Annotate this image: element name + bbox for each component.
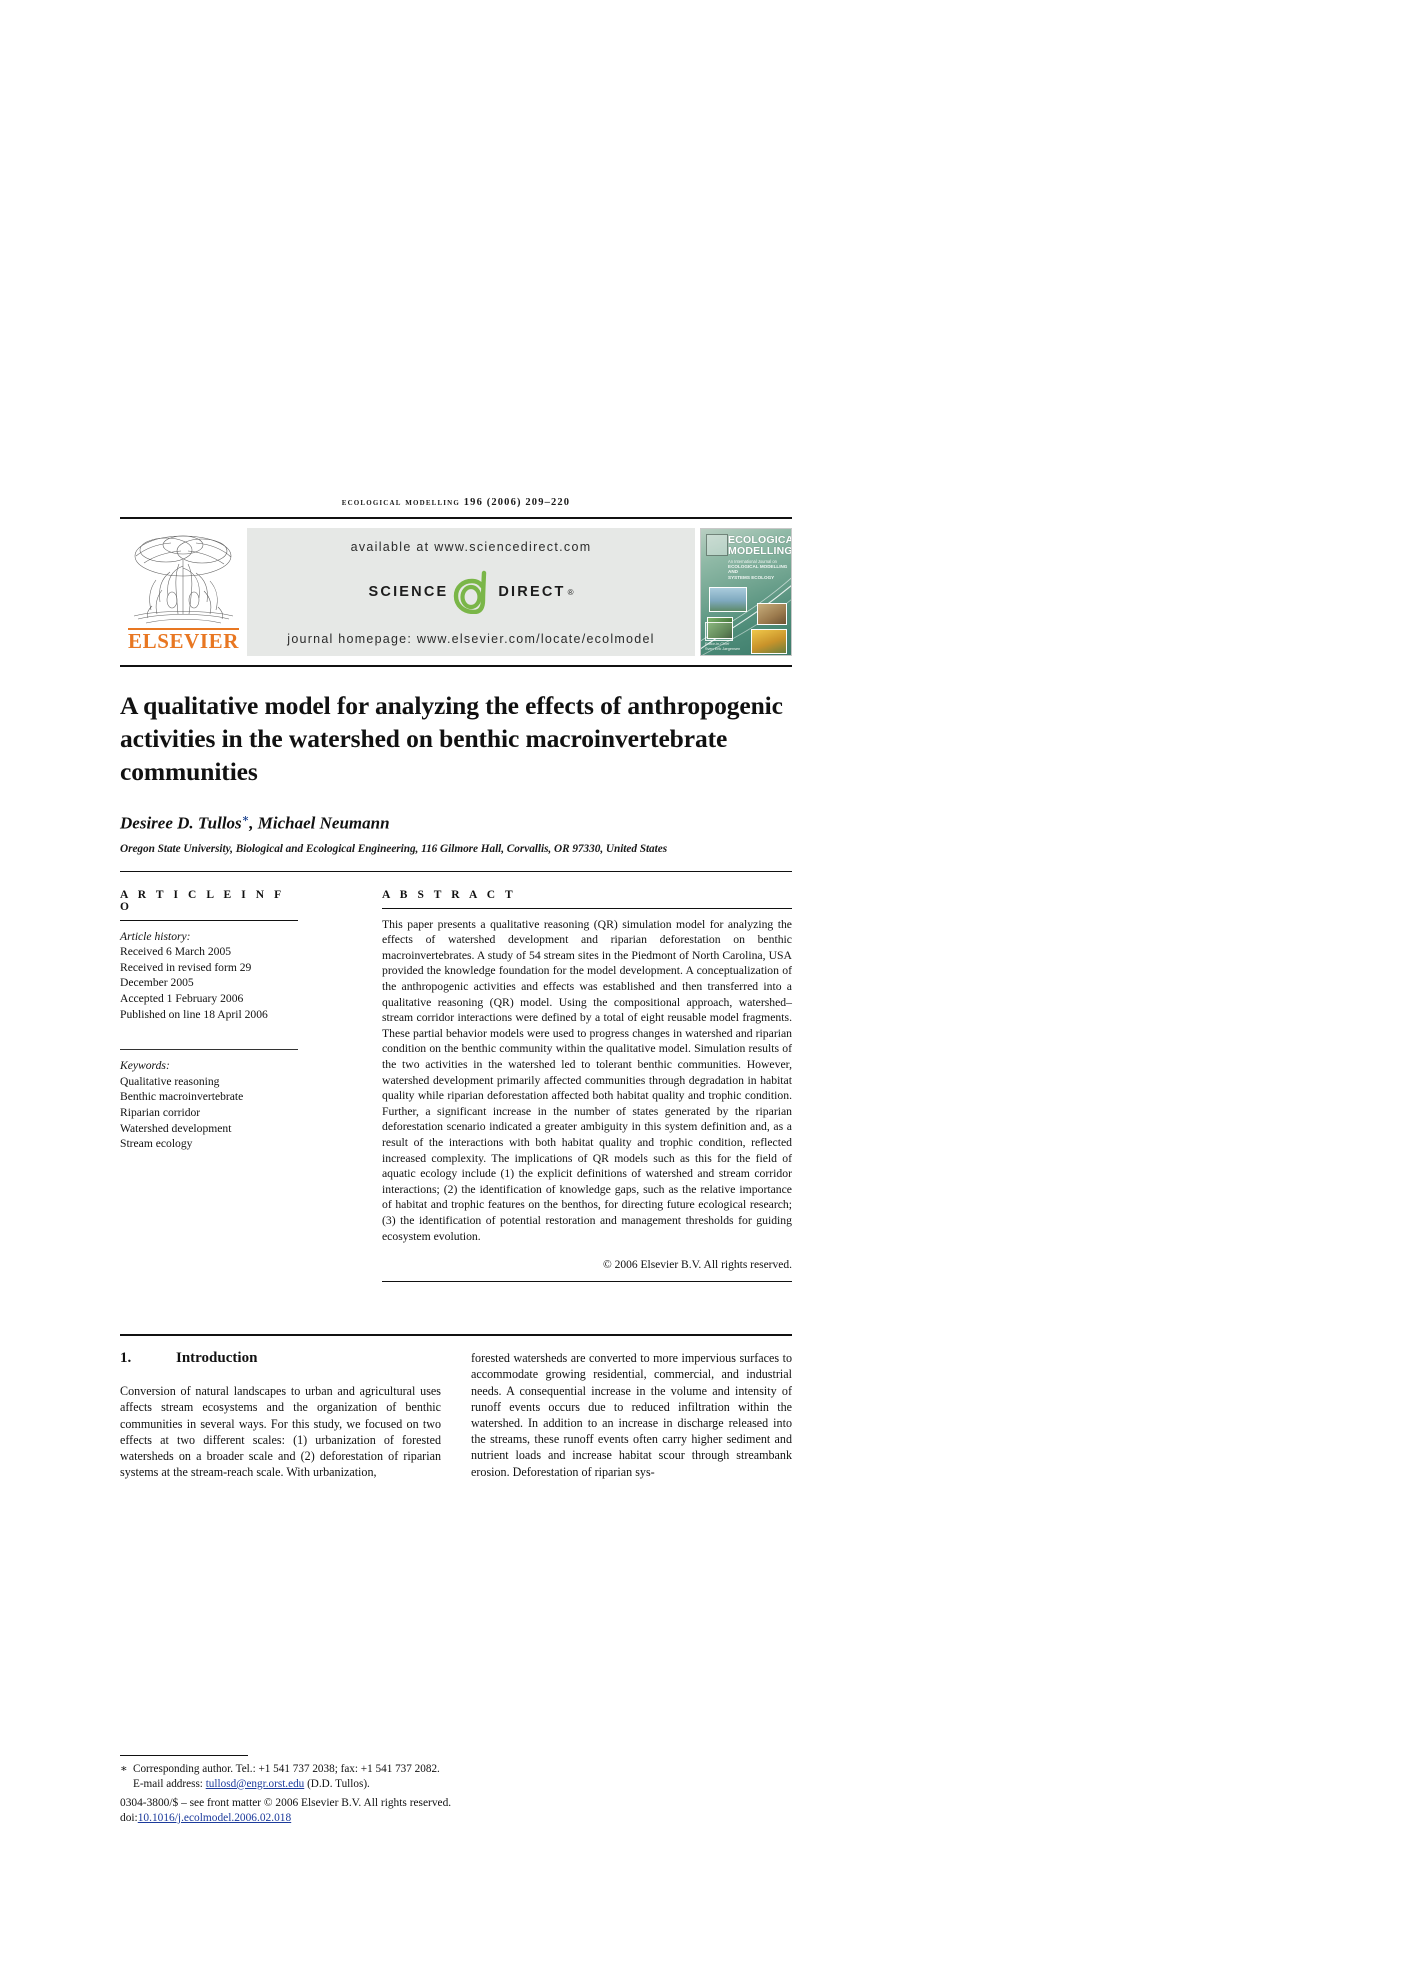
- keywords-label: Keywords:: [120, 1059, 170, 1073]
- rule-above-banner: [120, 517, 792, 519]
- author-list: Desiree D. Tullos∗, Michael Neumann: [120, 812, 792, 834]
- article-history-item: December 2005: [120, 976, 194, 990]
- article-history-item: Published on line 18 April 2006: [120, 1007, 268, 1021]
- issn-front-matter-line: 0304-3800/$ – see front matter © 2006 El…: [120, 1797, 452, 1810]
- cover-subtitle-line2: ECOLOGICAL MODELLING AND: [728, 564, 788, 575]
- article-info-column: A R T I C L E I N F O Article history: R…: [120, 889, 314, 1282]
- footnotes-block: ∗ Corresponding author. Tel.: +1 541 737 …: [120, 1755, 480, 1826]
- journal-cover-thumbnail: ECOLOGICAL MODELLING An International Jo…: [700, 528, 792, 656]
- section-number: 1.: [120, 1350, 132, 1367]
- abstract-heading: A B S T R A C T: [382, 888, 517, 901]
- elsevier-wordmark: ELSEVIER: [127, 629, 239, 653]
- sciencedirect-science-word: SCIENCE: [368, 584, 449, 600]
- footnote-marker: ∗: [120, 1763, 128, 1775]
- email-label: E-mail address:: [133, 1777, 203, 1790]
- body-column-left: 1. Introduction Conversion of natural la…: [120, 1350, 441, 1480]
- running-head-journal: ecological modelling: [341, 497, 460, 508]
- cover-issn-box-icon: [705, 622, 733, 641]
- abstract-column: A B S T R A C T This paper presents a qu…: [314, 888, 792, 1283]
- author-primary: Desiree D. Tullos: [120, 813, 242, 833]
- page-title: A qualitative model for analyzing the ef…: [120, 691, 783, 786]
- section-title: Introduction: [176, 1350, 258, 1367]
- sciencedirect-d-icon: [450, 570, 496, 615]
- body-columns: 1. Introduction Conversion of natural la…: [120, 1350, 792, 1480]
- body-column-right: forested watersheds are converted to mor…: [471, 1350, 792, 1480]
- cover-editor-name: Sven Erik Jørgensen: [705, 647, 741, 651]
- cover-subtitle-line3: SYSTEMS ECOLOGY: [728, 574, 775, 580]
- rule-below-banner: [120, 665, 792, 667]
- sciencedirect-panel: available at www.sciencedirect.com SCIEN…: [247, 528, 695, 656]
- section-heading-introduction: 1. Introduction: [120, 1350, 441, 1367]
- available-at-text: available at www.sciencedirect.com: [350, 540, 592, 554]
- doi-line: doi:10.1016/j.ecolmodel.2006.02.018: [120, 1811, 480, 1826]
- body-paragraph: forested watersheds are converted to mor…: [471, 1351, 792, 1479]
- rule-below-abstract-heading: [382, 907, 792, 909]
- article-info-heading: A R T I C L E I N F O: [120, 888, 285, 913]
- cover-title: ECOLOGICAL MODELLING: [728, 534, 792, 557]
- registered-mark-icon: ®: [567, 587, 574, 597]
- info-abstract-row: A R T I C L E I N F O Article history: R…: [120, 888, 792, 1283]
- cover-title-line2: MODELLING: [728, 544, 792, 557]
- running-head: ecological modelling 196 (2006) 209–220: [120, 497, 792, 517]
- article-history-item: Received in revised form 29: [120, 960, 252, 974]
- keyword-item: Riparian corridor: [120, 1106, 201, 1119]
- cover-photo-wetland: [709, 587, 747, 612]
- corresponding-author-footnote: ∗ Corresponding author. Tel.: +1 541 737 …: [120, 1762, 480, 1777]
- body-paragraph: Conversion of natural landscapes to urba…: [120, 1384, 441, 1480]
- doi-link[interactable]: 10.1016/j.ecolmodel.2006.02.018: [138, 1812, 291, 1824]
- email-suffix: (D.D. Tullos).: [307, 1777, 370, 1790]
- cover-editor: Editor-in-Chief Sven Erik Jørgensen: [705, 642, 788, 652]
- abstract-text: This paper presents a qualitative reason…: [382, 917, 792, 1243]
- imprint-block: 0304-3800/$ – see front matter © 2006 El…: [120, 1796, 480, 1826]
- footnote-separator-rule: [120, 1755, 248, 1756]
- cover-elsevier-mark-icon: [706, 534, 728, 556]
- copyright-line: © 2006 Elsevier B.V. All rights reserved…: [603, 1259, 792, 1272]
- rule-below-article-info-heading: [120, 919, 298, 921]
- cover-title-line1: ECOLOGICAL: [728, 534, 791, 546]
- article-history-item: Accepted 1 February 2006: [120, 992, 244, 1006]
- rule-above-body: [120, 1334, 792, 1337]
- elsevier-tree-icon: [133, 535, 234, 624]
- rule-below-abstract: [382, 1281, 792, 1283]
- elsevier-logo: ELSEVIER: [120, 528, 247, 656]
- sciencedirect-direct-word: DIRECT: [498, 584, 566, 600]
- rule-above-keywords: [120, 1049, 298, 1051]
- keyword-item: Qualitative reasoning: [120, 1074, 220, 1088]
- cover-subtitle: An International Journal on ECOLOGICAL M…: [728, 559, 788, 580]
- affiliation: Oregon State University, Biological and …: [120, 842, 668, 855]
- doi-label: doi:: [120, 1812, 138, 1825]
- author-secondary: , Michael Neumann: [249, 813, 390, 833]
- article-history-item: Received 6 March 2005: [120, 945, 232, 959]
- article-history-block: Article history: Received 6 March 2005 R…: [120, 929, 298, 1023]
- rule-below-authors: [120, 870, 792, 872]
- article-history-label: Article history:: [120, 929, 191, 943]
- running-head-volume: 196 (2006) 209–220: [463, 497, 571, 508]
- keyword-item: Benthic macroinvertebrate: [120, 1090, 244, 1104]
- article-container: ecological modelling 196 (2006) 209–220: [120, 497, 792, 1824]
- keyword-item: Watershed development: [120, 1121, 232, 1135]
- document-page: ecological modelling 196 (2006) 209–220: [0, 0, 1403, 1985]
- sciencedirect-banner-row: ELSEVIER available at www.sciencedirect.…: [120, 528, 792, 656]
- journal-homepage-text: journal homepage: www.elsevier.com/locat…: [287, 632, 655, 646]
- email-footnote: E-mail address: tullosd@engr.orst.edu (D…: [120, 1777, 480, 1792]
- keywords-block: Keywords: Qualitative reasoning Benthic …: [120, 1058, 298, 1152]
- corresponding-author-text: Corresponding author. Tel.: +1 541 737 2…: [133, 1763, 440, 1775]
- keyword-item: Stream ecology: [120, 1137, 193, 1151]
- email-link[interactable]: tullosd@engr.orst.edu: [206, 1778, 305, 1790]
- sciencedirect-logo: SCIENCE DIRECT ®: [368, 570, 574, 615]
- cover-photo-people: [757, 603, 787, 625]
